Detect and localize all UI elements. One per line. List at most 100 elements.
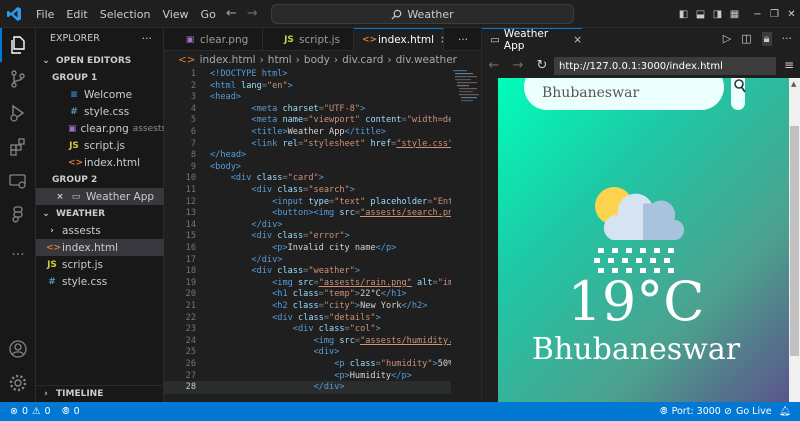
run-icon[interactable]: ▷ xyxy=(723,32,731,46)
file-script-js[interactable]: JS script.js xyxy=(36,256,164,273)
open-editors-header[interactable]: ⌄ OPEN EDITORS xyxy=(36,52,164,69)
layout-panel-icon[interactable]: ⬓ xyxy=(692,9,709,20)
page-scrollbar-thumb[interactable] xyxy=(790,126,799,356)
browser-pane-toolbar: ▷ ◫ 🔒︎ ··· xyxy=(723,32,792,46)
code-line: </div> xyxy=(313,382,345,393)
tab-index-html[interactable]: <> index.html × xyxy=(354,28,444,51)
lock-icon[interactable]: 🔒︎ xyxy=(761,32,772,46)
html-file-icon: <> xyxy=(362,35,378,45)
notifications-bell-icon[interactable]: 🔔︎ xyxy=(779,402,791,421)
code-line: </div> xyxy=(251,254,283,265)
open-editor-script-js[interactable]: JS script.js xyxy=(36,137,164,154)
extensions-icon[interactable] xyxy=(0,130,36,164)
close-tab-icon[interactable]: × xyxy=(440,34,443,46)
layout-sidebar-icon[interactable]: ◧ xyxy=(675,9,692,20)
explorer-more-icon[interactable]: ··· xyxy=(142,32,153,45)
close-tab-icon[interactable]: × xyxy=(573,34,582,46)
breadcrumb-item[interactable]: html xyxy=(268,54,292,66)
file-label: index.html xyxy=(62,241,118,254)
forward-arrow-icon[interactable]: → xyxy=(247,6,258,21)
code-editor[interactable]: 1 <!DOCTYPE html> 2 <html lang="en"> 3 <head>… xyxy=(164,68,481,402)
close-window-icon[interactable]: ✕ xyxy=(783,9,800,20)
chevron-right-icon: › xyxy=(50,225,54,236)
vscode-logo-icon xyxy=(7,7,21,21)
layout-secondary-icon[interactable]: ◨ xyxy=(709,9,726,20)
close-editor-icon[interactable]: × xyxy=(54,192,66,202)
line-number: 16 xyxy=(185,243,196,253)
file-style-css[interactable]: # style.css xyxy=(36,273,164,290)
split-editor-icon[interactable]: ◫ xyxy=(741,32,751,46)
menu-bar: File Edit Selection View Go xyxy=(30,0,222,28)
weather-folder-header[interactable]: ⌄ WEATHER xyxy=(36,205,164,222)
open-editor-index-html[interactable]: <> index.html xyxy=(36,154,164,171)
minimize-icon[interactable]: − xyxy=(749,9,766,20)
browser-preview-icon: ▭ xyxy=(490,34,500,46)
chevron-right-icon: › xyxy=(44,389,48,399)
title-bar: File Edit Selection View Go ← → Weather ◧… xyxy=(0,0,800,28)
source-control-icon[interactable] xyxy=(0,62,36,96)
city-search-input[interactable]: Bhubaneswar xyxy=(524,78,724,110)
tab-overflow-icon[interactable]: ··· xyxy=(451,28,481,51)
browser-back-icon[interactable]: ← xyxy=(482,58,506,73)
line-number: 22 xyxy=(185,312,196,323)
code-line: <div class="error"> xyxy=(251,231,350,242)
problems-indicator[interactable]: ⊗ 0 ⚠ 0 xyxy=(10,402,51,421)
chevron-down-icon: ⌄ xyxy=(42,208,50,219)
breadcrumb-item[interactable]: div.weather xyxy=(396,54,457,66)
warning-count: 0 xyxy=(44,406,51,417)
breadcrumb-item[interactable]: div.card xyxy=(342,54,383,66)
code-line: <img src="assests/rain.png" alt="image xyxy=(272,277,469,288)
search-icon xyxy=(391,9,402,20)
more-views-icon[interactable]: ··· xyxy=(0,238,36,272)
group-1-header[interactable]: GROUP 1 xyxy=(36,69,164,86)
menu-edit[interactable]: Edit xyxy=(60,8,93,21)
line-number: 2 xyxy=(190,80,196,91)
menu-view[interactable]: View xyxy=(156,8,194,21)
manage-gear-icon[interactable] xyxy=(0,366,36,400)
run-debug-icon[interactable] xyxy=(0,96,36,130)
command-center-search[interactable]: Weather xyxy=(271,4,574,24)
browser-menu-icon[interactable]: ≡ xyxy=(784,58,794,72)
line-number: 12 xyxy=(185,196,196,207)
tab-weather-app[interactable]: ▭ Weather App × xyxy=(482,28,582,52)
open-editor-clear-png[interactable]: ▣ clear.png assests xyxy=(36,120,164,137)
ports-indicator[interactable]: ⦾ 0 xyxy=(62,402,80,421)
figma-icon[interactable] xyxy=(0,198,36,232)
browser-forward-icon[interactable]: → xyxy=(506,58,530,73)
open-editors-label: OPEN EDITORS xyxy=(56,55,132,66)
url-bar[interactable]: http://127.0.0.1:3000/index.html xyxy=(554,57,776,75)
group-2-label: GROUP 2 xyxy=(52,174,98,185)
menu-file[interactable]: File xyxy=(30,8,60,21)
search-icon xyxy=(734,79,746,93)
open-editor-style-css[interactable]: # style.css xyxy=(36,103,164,120)
code-line: <!DOCTYPE html> xyxy=(210,69,288,79)
scroll-up-icon[interactable]: ▲ xyxy=(791,80,796,88)
open-editor-weather-app[interactable]: × ▭ Weather App xyxy=(36,188,164,205)
tab-clear-png[interactable]: ▣ clear.png xyxy=(164,28,263,51)
remote-explorer-icon[interactable] xyxy=(0,164,36,198)
port-indicator[interactable]: ⦾ Port: 3000 xyxy=(660,402,721,421)
more-actions-icon[interactable]: ··· xyxy=(782,32,793,46)
refresh-icon[interactable]: ↻ xyxy=(530,58,554,73)
file-index-html[interactable]: <> index.html xyxy=(36,239,164,256)
group-2-header[interactable]: GROUP 2 xyxy=(36,171,164,188)
restore-icon[interactable]: ❐ xyxy=(766,9,783,20)
timeline-header[interactable]: › TIMELINE xyxy=(36,385,164,402)
open-editor-welcome[interactable]: ≡ Welcome xyxy=(36,86,164,103)
menu-selection[interactable]: Selection xyxy=(94,8,157,21)
breadcrumb-item[interactable]: index.html xyxy=(200,54,256,66)
go-live-button[interactable]: ⊘ Go Live xyxy=(724,402,772,421)
back-arrow-icon[interactable]: ← xyxy=(226,6,237,21)
menu-go[interactable]: Go xyxy=(195,8,222,21)
explorer-icon[interactable] xyxy=(0,28,36,62)
folder-assests[interactable]: › assests xyxy=(36,222,164,239)
tab-label: clear.png xyxy=(200,33,249,46)
breadcrumb-item[interactable]: body xyxy=(304,54,330,66)
customize-layout-icon[interactable]: ▦ xyxy=(726,9,743,20)
account-icon[interactable] xyxy=(0,332,36,366)
warning-icon: ⚠ xyxy=(32,406,41,417)
minimap[interactable] xyxy=(451,68,481,402)
broadcast-icon: ⦾ xyxy=(62,406,70,417)
temperature-display: 19°C xyxy=(567,270,705,333)
tab-script-js[interactable]: JS script.js xyxy=(263,28,354,51)
